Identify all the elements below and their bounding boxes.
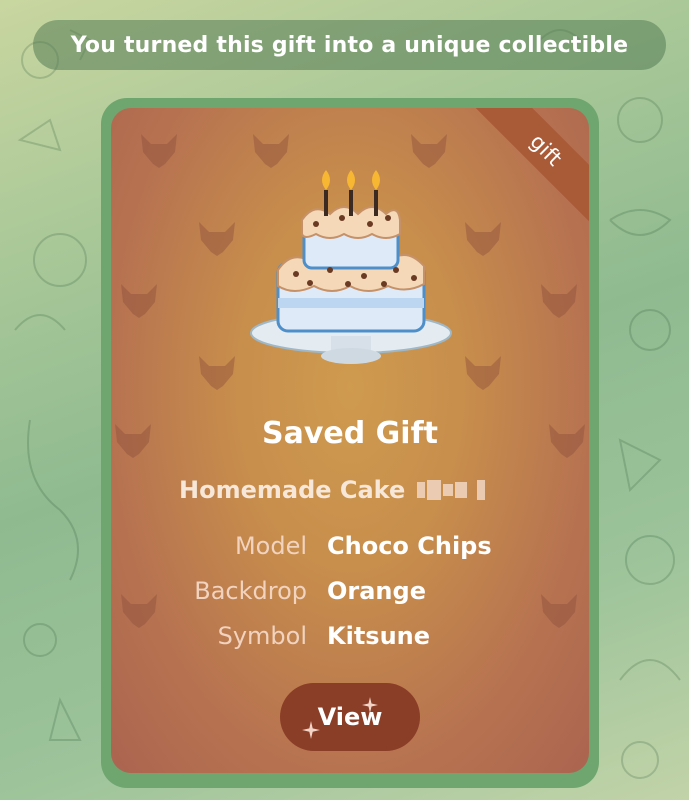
gift-title: Saved Gift [262,416,438,451]
homemade-cake-icon [250,170,452,364]
attribute-row-model: Model Choco Chips [111,532,589,566]
attribute-key: Model [234,532,307,560]
redacted-number [417,480,486,500]
attribute-value: Orange [327,577,426,605]
view-button[interactable]: View [280,683,420,751]
sparkle-icon [362,697,378,713]
sparkle-icon [302,721,320,739]
gift-ribbon-label: gift [525,129,567,171]
attribute-key: Backdrop [194,577,307,605]
gift-subtitle: Homemade Cake [179,473,486,507]
gift-ribbon: gift [471,108,589,225]
gift-name: Homemade Cake [179,476,406,504]
attribute-value: Kitsune [327,622,431,650]
attribute-value: Choco Chips [327,532,492,560]
attribute-row-backdrop: Backdrop Orange [111,577,589,611]
gift-card[interactable]: gift Saved Gift Homemade Cake Model Choc… [111,108,589,773]
attribute-row-symbol: Symbol Kitsune [111,622,589,656]
service-message-text: You turned this gift into a unique colle… [70,32,629,58]
service-message-pill: You turned this gift into a unique colle… [33,20,666,70]
attribute-key: Symbol [217,622,307,650]
